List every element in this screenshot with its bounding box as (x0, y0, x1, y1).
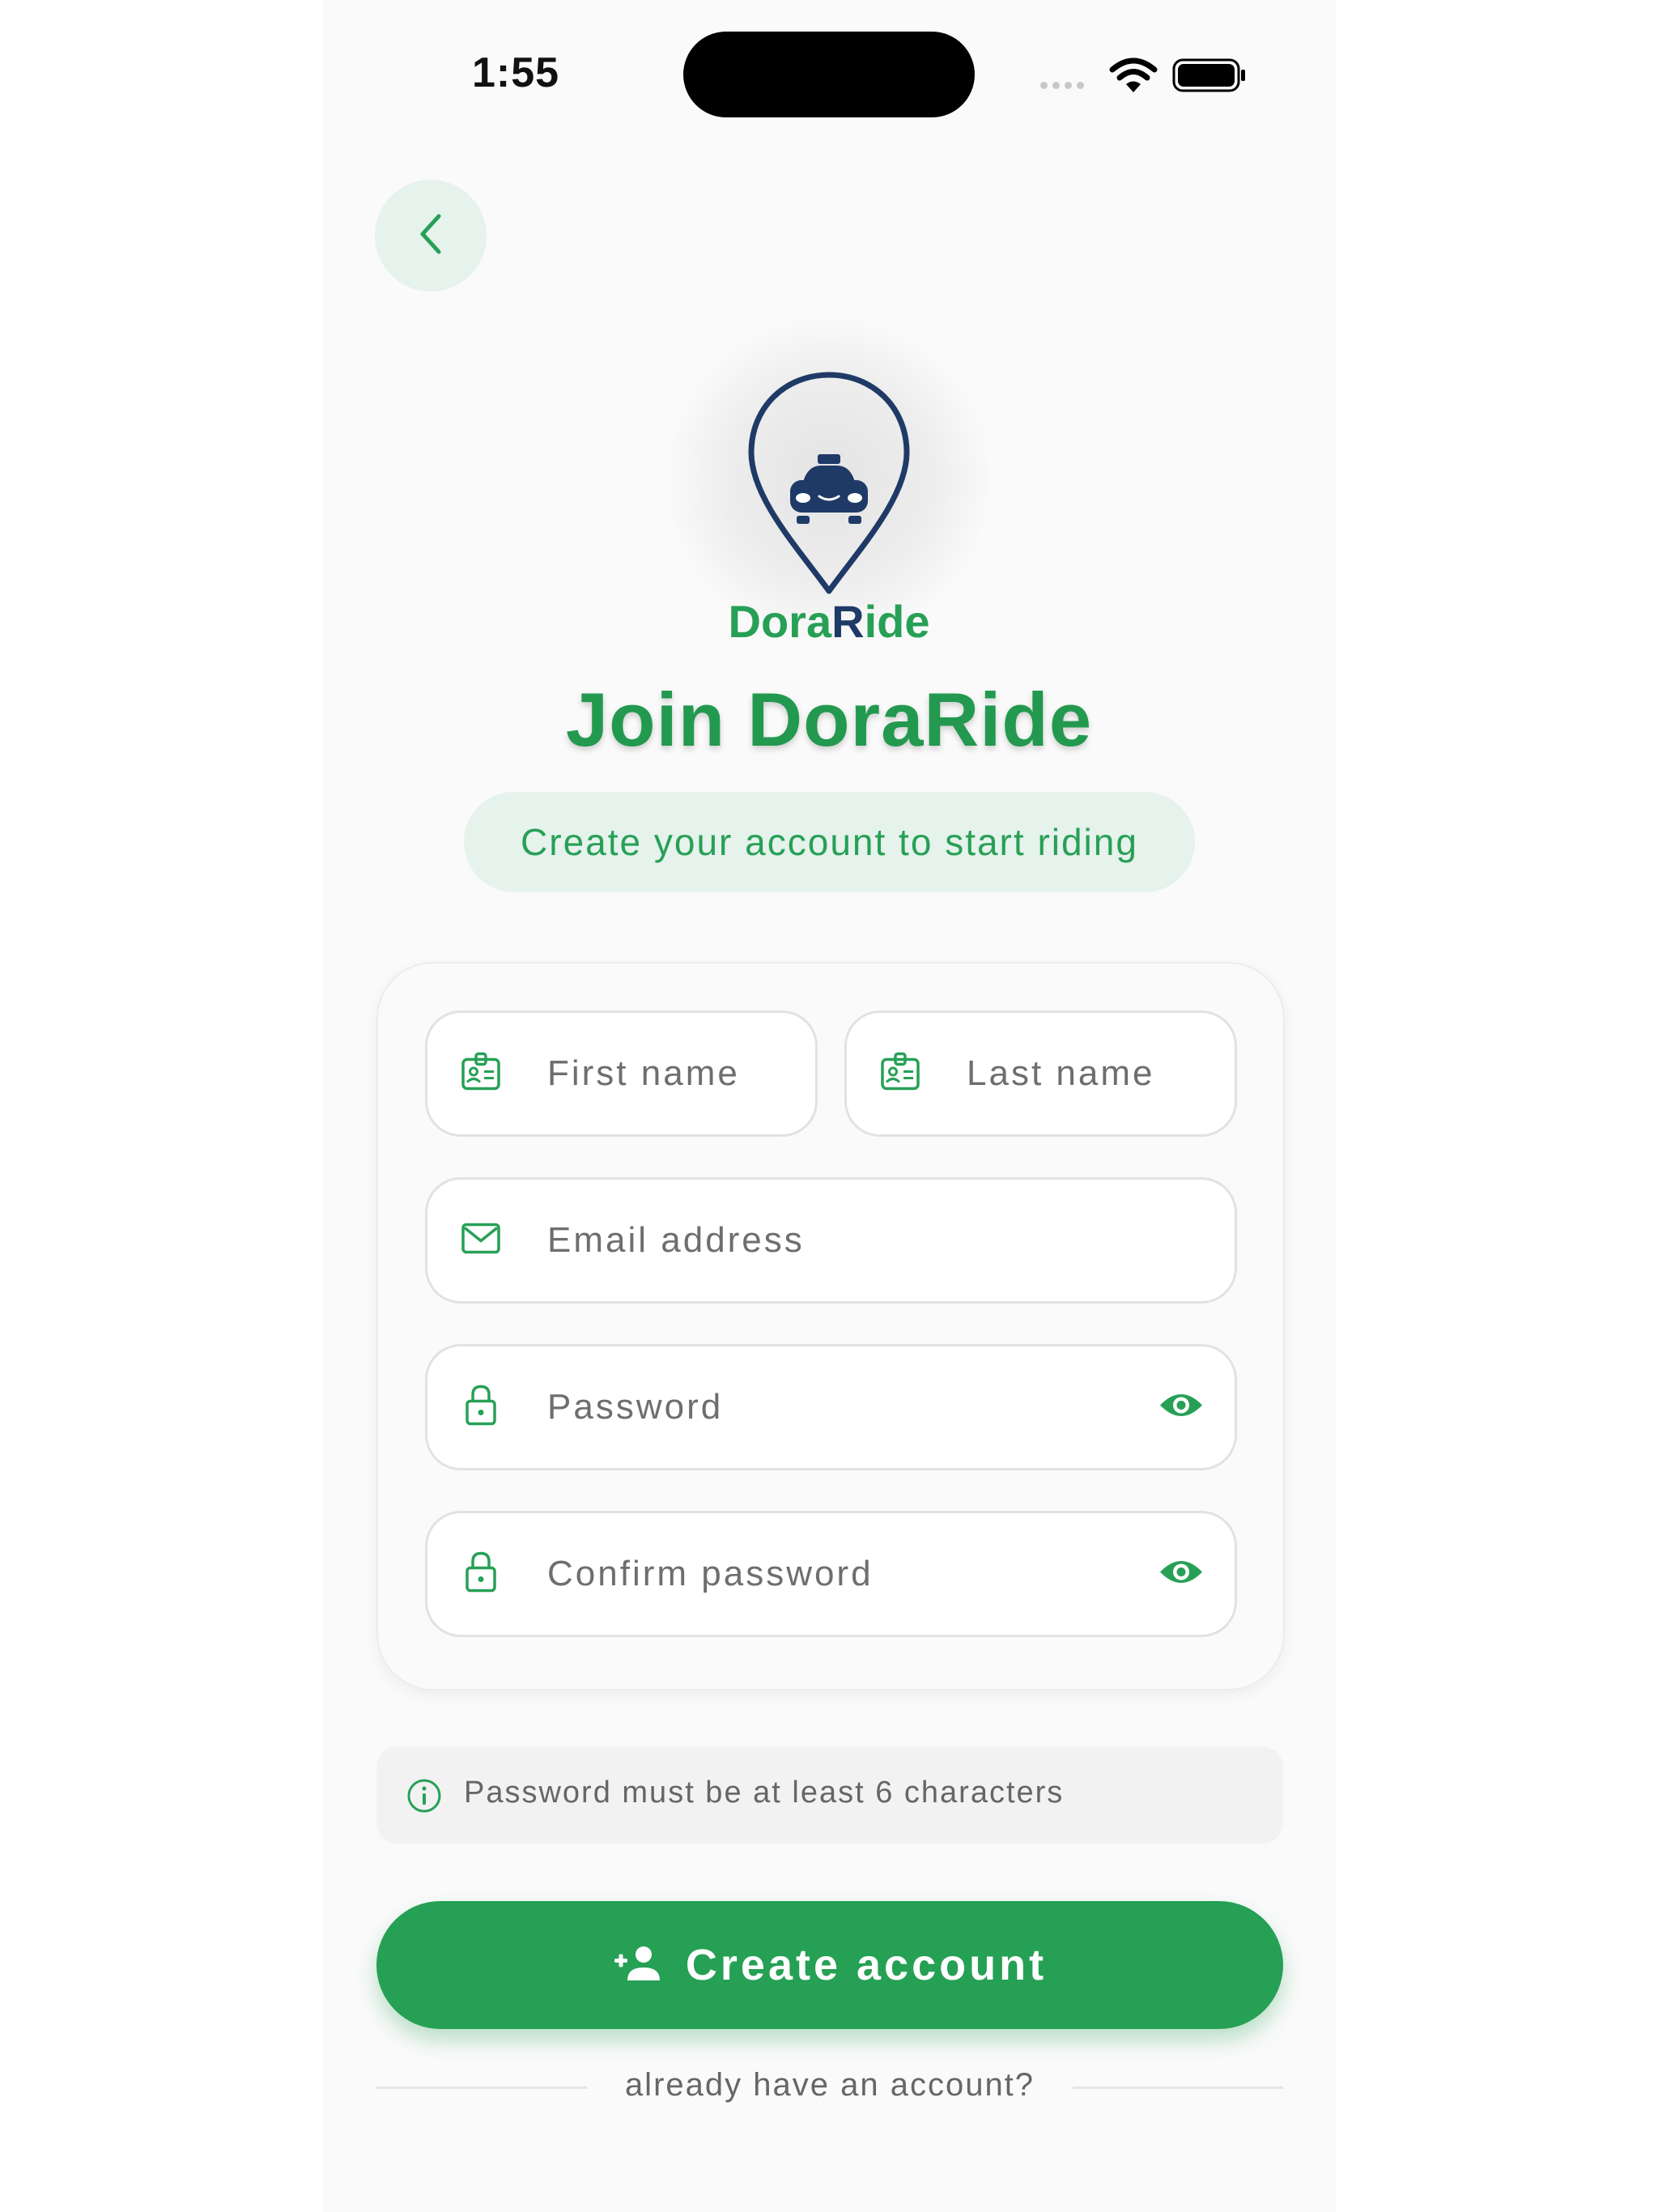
first-name-placeholder: First name (547, 1053, 740, 1093)
lock-icon (460, 1384, 502, 1431)
lock-icon (460, 1551, 502, 1598)
signal-icon (1040, 82, 1084, 89)
last-name-placeholder: Last name (967, 1053, 1155, 1093)
create-account-button[interactable]: Create account (376, 1901, 1283, 2029)
password-input[interactable]: Password (425, 1344, 1237, 1470)
wifi-icon (1109, 57, 1158, 98)
id-card-icon (460, 1052, 502, 1096)
person-add-icon (613, 1945, 665, 1986)
id-card-icon (879, 1052, 921, 1096)
page-title: Join DoraRide (565, 677, 1093, 762)
subtitle-badge: Create your account to start riding (464, 792, 1195, 892)
status-time: 1:55 (472, 49, 560, 96)
password-hint-text: Password must be at least 6 characters (464, 1776, 1065, 1810)
already-have-account-link[interactable]: already have an account? (587, 2067, 1073, 2104)
battery-icon (1172, 58, 1247, 96)
first-name-input[interactable]: First name (425, 1010, 818, 1137)
password-hint: Password must be at least 6 characters (376, 1746, 1283, 1844)
toggle-confirm-password-visibility-button[interactable] (1158, 1557, 1204, 1592)
password-placeholder: Password (547, 1387, 724, 1427)
email-placeholder: Email address (547, 1220, 805, 1260)
dynamic-island (683, 32, 975, 117)
brand-name-part2: ide (864, 596, 930, 647)
confirm-password-input[interactable]: Confirm password (425, 1511, 1237, 1637)
brand-name-r: R (831, 596, 865, 647)
info-icon (406, 1777, 443, 1819)
signup-form-card: First name Last name Email address Passw… (376, 962, 1285, 1691)
email-input[interactable]: Email address (425, 1177, 1237, 1304)
subtitle-text: Create your account to start riding (521, 821, 1138, 863)
eye-icon (1160, 1561, 1202, 1583)
create-account-label: Create account (685, 1941, 1048, 1989)
chevron-left-icon (414, 211, 447, 261)
brand-name: DoraRide (667, 595, 991, 648)
eye-icon (1160, 1394, 1202, 1416)
last-name-input[interactable]: Last name (844, 1010, 1237, 1137)
divider-left (376, 2087, 587, 2089)
mail-icon (460, 1222, 502, 1260)
brand-name-part1: Dora (728, 596, 832, 647)
divider-right (1073, 2087, 1283, 2089)
confirm-password-placeholder: Confirm password (547, 1554, 874, 1593)
location-pin-car-icon (743, 368, 915, 601)
back-button[interactable] (375, 180, 487, 291)
toggle-password-visibility-button[interactable] (1158, 1390, 1204, 1425)
